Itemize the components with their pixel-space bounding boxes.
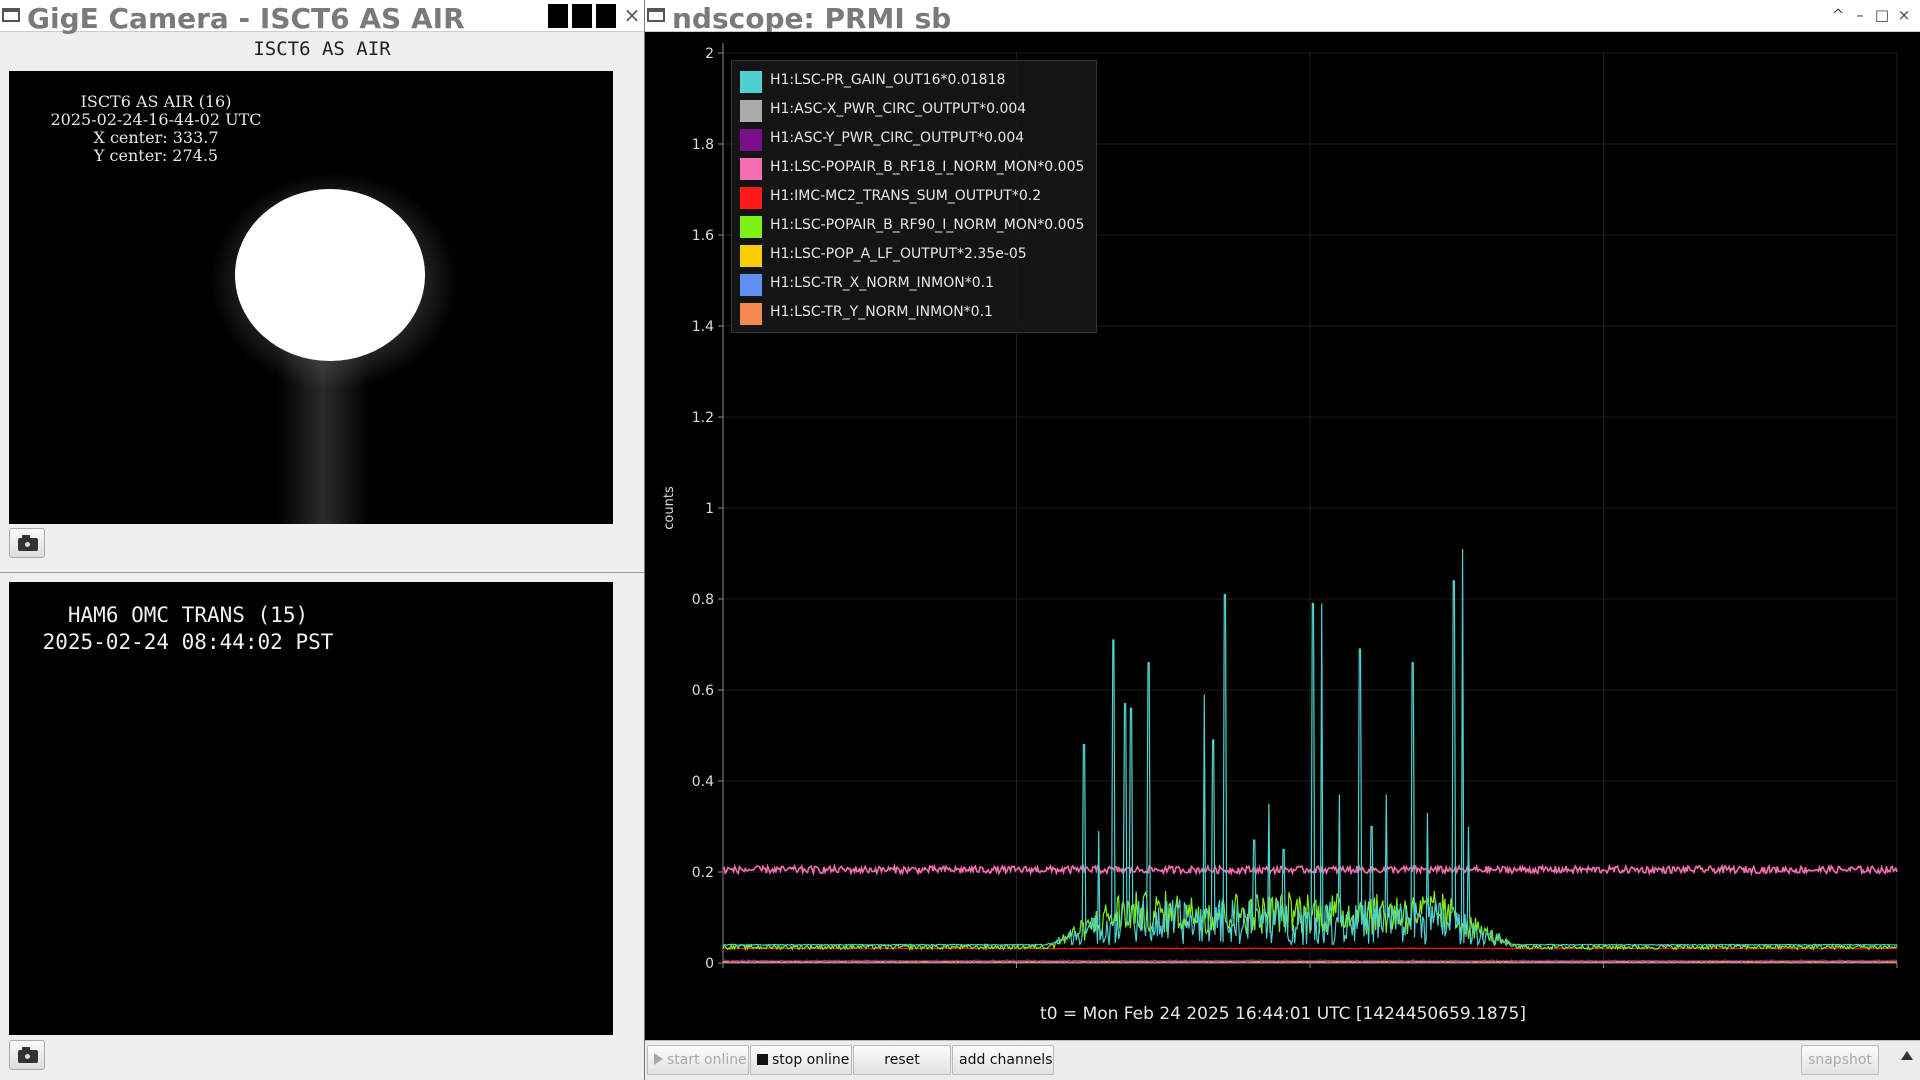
legend-swatch xyxy=(740,71,762,93)
legend-label: H1:LSC-POPAIR_B_RF90_I_NORM_MON*0.005 xyxy=(770,217,1085,233)
y-tick-label: 2 xyxy=(705,46,714,62)
ndscope-titlebar[interactable]: ndscope: PRMI sb ^ – □ × xyxy=(645,0,1920,35)
camera-window: GigE Camera - ISCT6 AS AIR × ISCT6 AS AI… xyxy=(0,0,644,1080)
camera-window-title: GigE Camera - ISCT6 AS AIR xyxy=(27,2,465,35)
legend-label: H1:LSC-PR_GAIN_OUT16*0.01818 xyxy=(770,72,1006,88)
camera2-snapshot-button[interactable] xyxy=(9,1040,45,1070)
y-axis-label: counts xyxy=(662,486,677,530)
legend-swatch xyxy=(740,274,762,296)
maximize-icon[interactable]: □ xyxy=(1871,6,1893,24)
legend-label: H1:ASC-X_PWR_CIRC_OUTPUT*0.004 xyxy=(770,101,1027,117)
camera2-info: HAM6 OMC TRANS (15) 2025-02-24 08:44:02 … xyxy=(33,602,343,656)
y-tick-label: 0.6 xyxy=(692,683,714,699)
camera2-timestamp: 2025-02-24 08:44:02 PST xyxy=(42,630,334,654)
add-channels-button[interactable]: add channels xyxy=(952,1045,1054,1075)
y-tick-label: 1 xyxy=(705,501,714,517)
close-icon[interactable]: × xyxy=(622,3,642,27)
window-controls: ^ – □ × xyxy=(1827,6,1915,26)
camera1-x-center: X center: 333.7 xyxy=(93,128,219,147)
legend-label: H1:LSC-TR_X_NORM_INMON*0.1 xyxy=(770,275,994,291)
shade-icon[interactable]: ^ xyxy=(1827,6,1849,24)
camera-subtitle: ISCT6 AS AIR xyxy=(253,38,391,60)
camera1-name: ISCT6 AS AIR (16) xyxy=(80,92,232,111)
minimize-icon[interactable]: – xyxy=(1849,6,1871,24)
minimize-button[interactable] xyxy=(548,4,568,28)
snapshot-button[interactable]: snapshot xyxy=(1801,1045,1879,1075)
y-tick-label: 1.8 xyxy=(692,137,714,153)
legend-label: H1:LSC-POP_A_LF_OUTPUT*2.35e-05 xyxy=(770,246,1027,262)
maximize-button[interactable] xyxy=(572,4,592,28)
close-icon[interactable]: × xyxy=(1893,6,1915,24)
y-tick-label: 0.8 xyxy=(692,592,714,608)
legend-swatch xyxy=(740,245,762,267)
window-menu-icon[interactable] xyxy=(647,8,665,22)
y-tick-label: 1.4 xyxy=(692,319,714,335)
legend-label: H1:LSC-TR_Y_NORM_INMON*0.1 xyxy=(770,304,993,320)
y-tick-label: 1.2 xyxy=(692,410,714,426)
legend-label: H1:ASC-Y_PWR_CIRC_OUTPUT*0.004 xyxy=(770,130,1025,146)
camera1-snapshot-button[interactable] xyxy=(9,528,45,558)
legend-label: H1:IMC-MC2_TRANS_SUM_OUTPUT*0.2 xyxy=(770,188,1042,204)
legend-swatch xyxy=(740,303,762,325)
beam-spot xyxy=(235,189,425,361)
legend-swatch xyxy=(740,187,762,209)
expand-arrow-icon[interactable] xyxy=(1901,1051,1913,1060)
start-online-button[interactable]: start online xyxy=(647,1045,749,1075)
ndscope-toolbar: start online stop online reset add chann… xyxy=(645,1040,1920,1080)
plot-area[interactable]: 00.20.40.60.811.21.41.61.82m-3m-2m-1m0co… xyxy=(645,32,1920,1039)
y-tick-label: 0 xyxy=(705,956,714,972)
y-tick-label: 0.2 xyxy=(692,865,714,881)
window-menu-icon[interactable] xyxy=(2,8,20,22)
legend-swatch xyxy=(740,158,762,180)
stop-icon xyxy=(757,1054,768,1065)
camera-divider[interactable] xyxy=(0,572,644,573)
shade-button[interactable] xyxy=(596,4,616,28)
camera-titlebar[interactable]: GigE Camera - ISCT6 AS AIR × xyxy=(0,0,644,35)
plot-legend[interactable]: H1:LSC-PR_GAIN_OUT16*0.01818 H1:ASC-X_PWR… xyxy=(731,60,1097,333)
series-line xyxy=(722,947,1898,950)
legend-label: H1:LSC-POPAIR_B_RF18_I_NORM_MON*0.005 xyxy=(770,159,1085,175)
play-icon xyxy=(654,1053,663,1065)
stop-online-button[interactable]: stop online xyxy=(750,1045,852,1075)
reset-button[interactable]: reset xyxy=(853,1045,951,1075)
camera1-y-center: Y center: 274.5 xyxy=(93,146,219,165)
camera-feed-isct6: ISCT6 AS AIR (16) 2025-02-24-16-44-02 UT… xyxy=(9,71,613,524)
y-tick-label: 1.6 xyxy=(692,228,714,244)
ndscope-window: ndscope: PRMI sb ^ – □ × 0 0.2 0.4 0.6 0.8 1 1.2 1… xyxy=(644,0,1920,1080)
t0-label: t0 = Mon Feb 24 2025 16:44:01 UTC [14244… xyxy=(1040,1004,1526,1024)
camera2-name: HAM6 OMC TRANS (15) xyxy=(67,603,309,627)
y-tick-label: 0.4 xyxy=(692,774,714,790)
camera-feed-ham6: HAM6 OMC TRANS (15) 2025-02-24 08:44:02 … xyxy=(9,582,613,1035)
camera1-timestamp: 2025-02-24-16-44-02 UTC xyxy=(50,110,262,129)
legend-swatch xyxy=(740,129,762,151)
legend-swatch xyxy=(740,100,762,122)
camera1-info: ISCT6 AS AIR (16) 2025-02-24-16-44-02 UT… xyxy=(31,93,281,165)
legend-swatch xyxy=(740,216,762,238)
